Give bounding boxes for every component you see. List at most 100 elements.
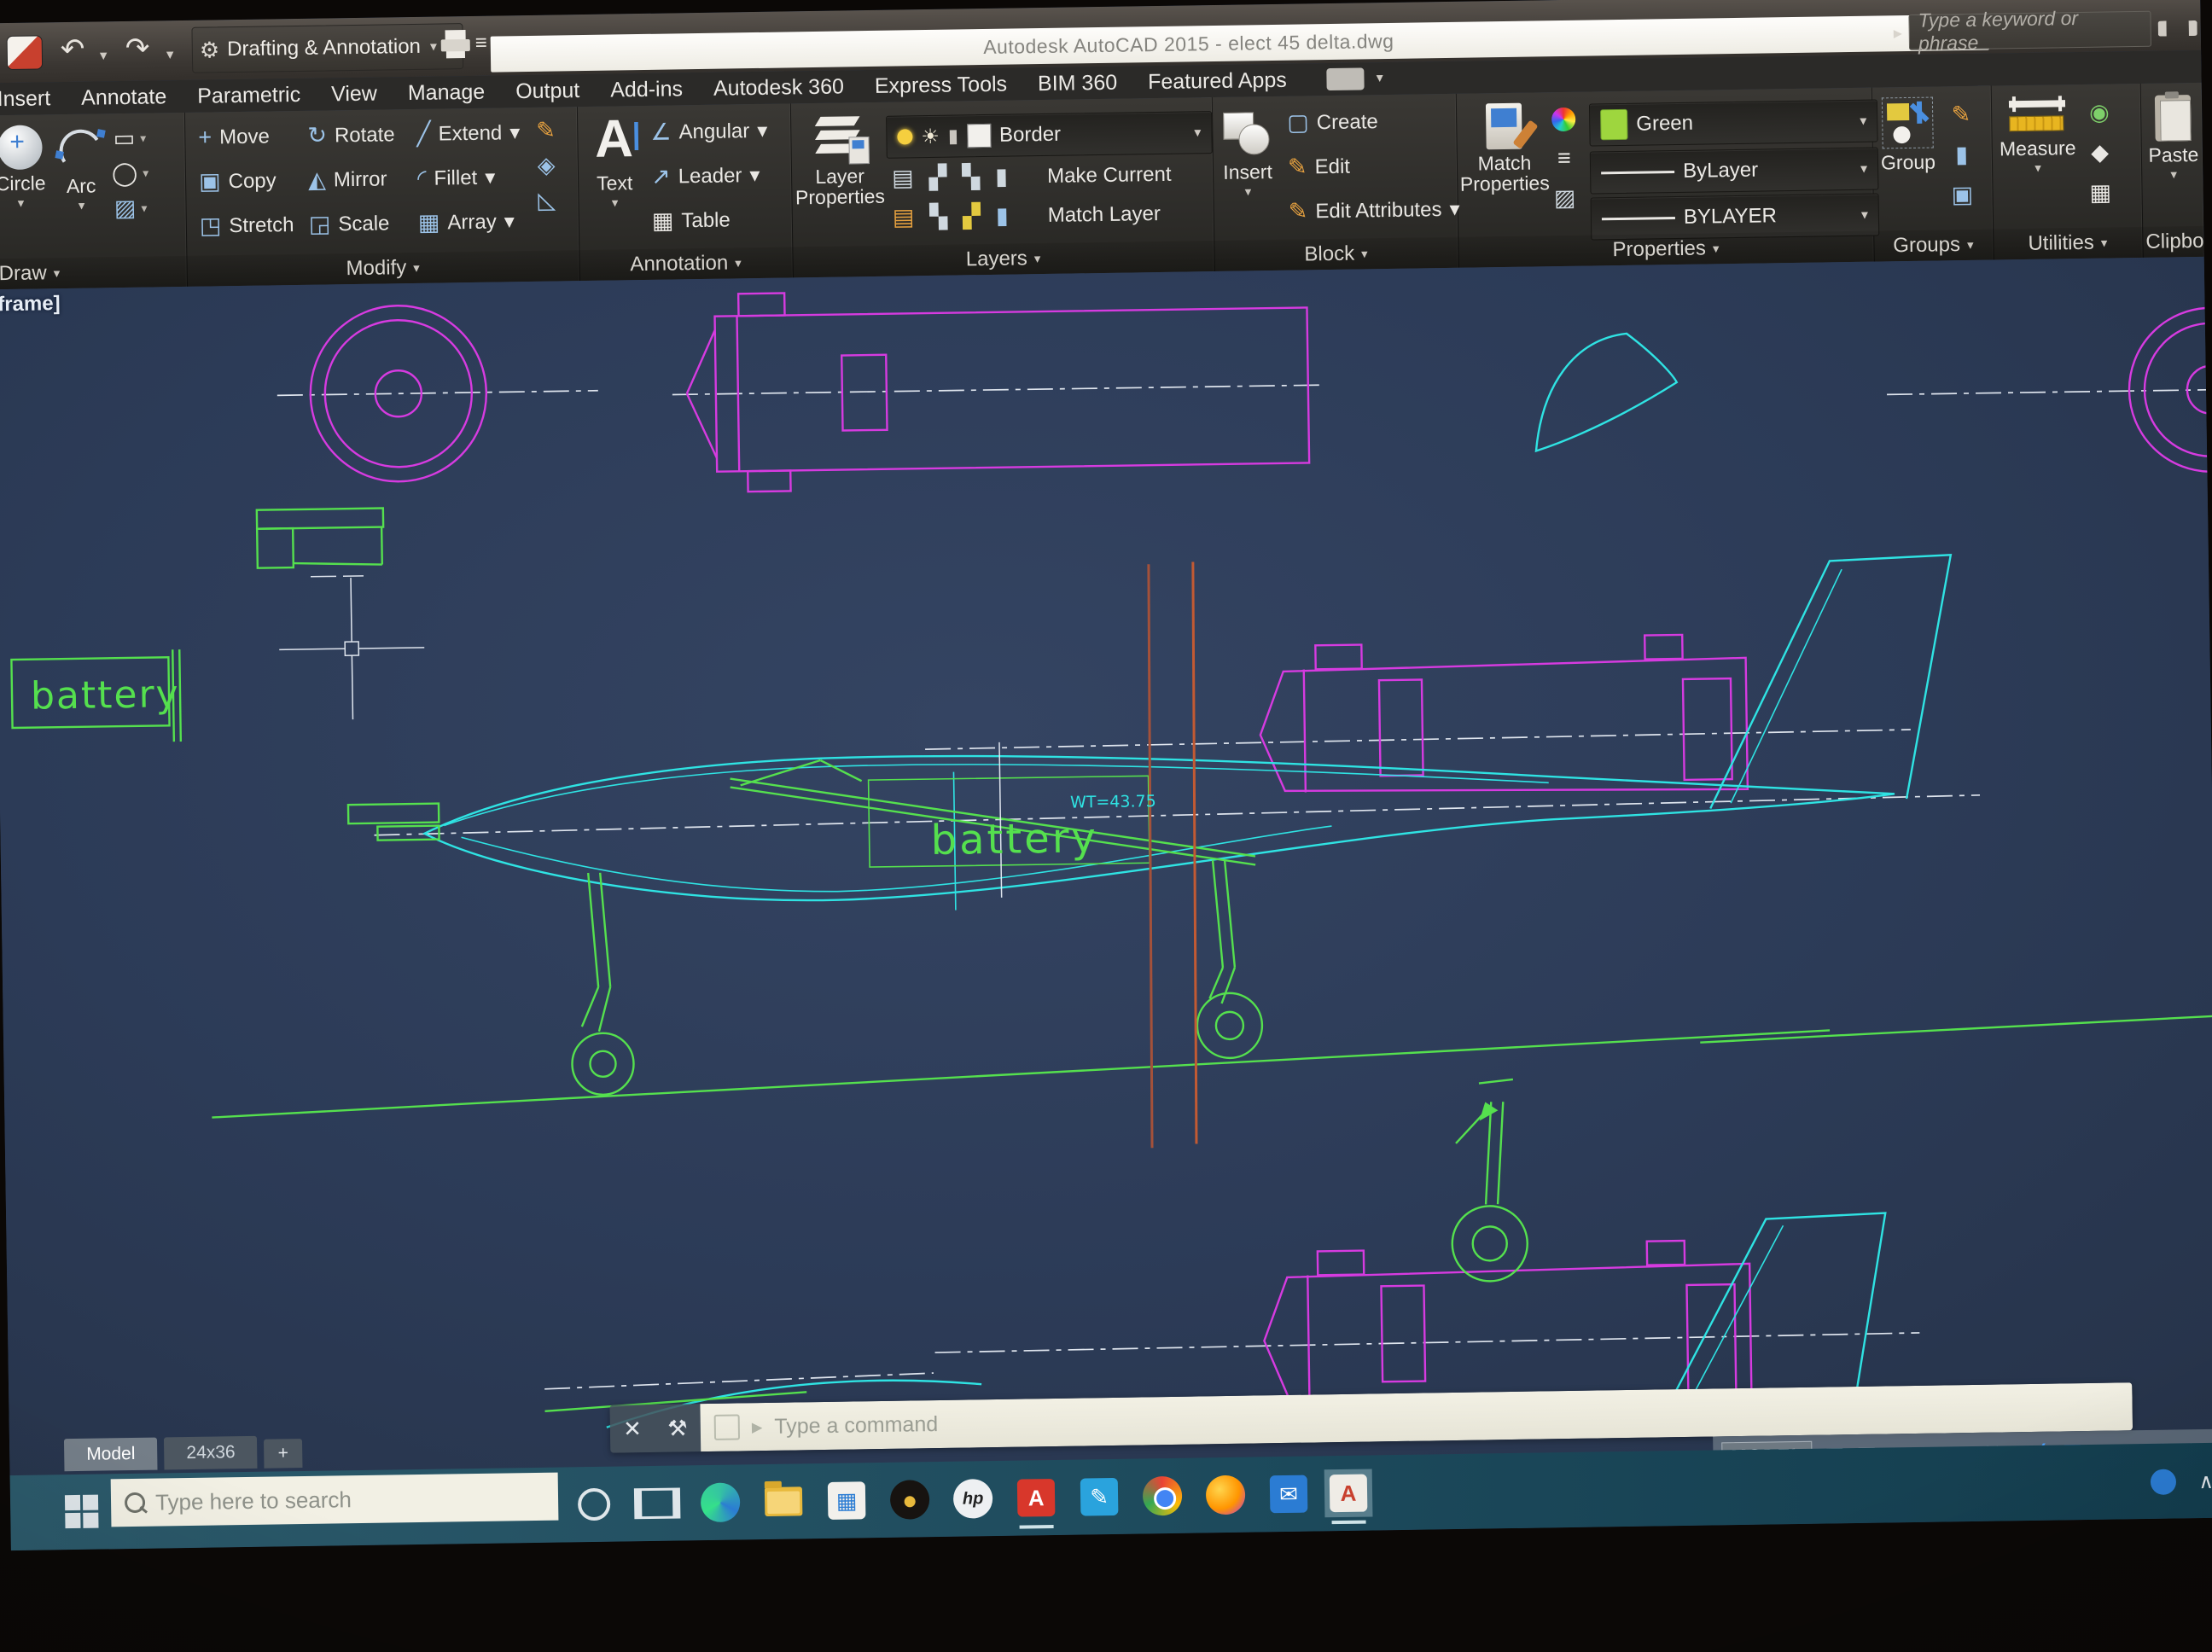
angular-button[interactable]: ∠Angular▾ [650,118,767,146]
arc-button[interactable]: Arc ▾ [56,129,105,213]
rectangle-tool[interactable]: ▭▾ [113,125,146,153]
group-button[interactable]: Group [1877,96,1939,172]
tab-manage[interactable]: Manage [390,79,504,106]
measure-button[interactable]: Measure ▾ [1998,96,2077,176]
layer-thaw-icon[interactable]: ☀ [921,124,940,148]
transparency-tool[interactable]: ▨ [1554,185,1576,212]
lineweight-tool[interactable]: ≡ [1557,145,1571,172]
tab-autodesk360[interactable]: Autodesk 360 [696,74,862,102]
layer-tool[interactable]: ▤ [892,165,914,191]
layer-tool[interactable]: ▤ [893,204,915,230]
trim-tool[interactable]: ◺ [538,187,556,213]
tray-app-icon[interactable] [2151,1469,2176,1494]
utilities-panel-label[interactable]: Utilities ▾ [1993,227,2143,260]
explode-tool[interactable]: ◈ [538,152,556,178]
id-point-tool[interactable]: ◉ [2089,99,2110,125]
adobe-app-button[interactable]: A [1012,1474,1061,1522]
hp-button[interactable]: hp [949,1475,998,1523]
copy-button[interactable]: ▣Copy [199,167,276,195]
redo-dropdown-icon[interactable]: ▾ [166,46,174,63]
help-search-input[interactable]: Type a keyword or phrase [1908,11,2151,50]
color-wheel-tool[interactable] [1551,108,1575,131]
layer-lock-icon[interactable]: ▮ [948,125,958,147]
layer-tool[interactable]: ▚ [929,204,947,230]
undo-dropdown-icon[interactable]: ▾ [100,47,108,64]
lineweight-dropdown[interactable]: ByLayer ▾ [1590,147,1879,194]
layer-select-dropdown[interactable]: ☀ ▮ Border ▾ [886,111,1213,159]
plot-printer-icon[interactable] [441,30,471,60]
tab-parametric[interactable]: Parametric [179,82,318,108]
circle-button[interactable]: Circle ▾ [0,125,49,211]
clipboard-panel-label[interactable]: Clipboa [2142,226,2204,258]
tab-layout-24x36[interactable]: 24x36 [164,1436,258,1470]
tab-bim360[interactable]: BIM 360 [1020,70,1136,96]
start-button[interactable] [65,1495,100,1530]
draw-panel-label[interactable]: Draw ▾ [0,256,187,289]
store-button[interactable]: ▦ [823,1476,871,1525]
paste-button[interactable]: Paste ▾ [2147,95,2200,183]
mail-button[interactable]: ✉ [1265,1470,1313,1519]
autocad-taskbar-button[interactable]: A [1324,1469,1373,1517]
viewport-control-label[interactable]: frame] [0,292,61,317]
firefox-button[interactable] [1202,1471,1250,1520]
tab-featured-apps[interactable]: Featured Apps [1130,67,1305,95]
edit-block-button[interactable]: ✎Edit [1288,154,1350,181]
drawing-canvas[interactable]: frame] [0,257,2212,1475]
autocad-app-icon[interactable] [8,36,43,69]
text-button[interactable]: A Text ▾ [584,114,645,211]
match-properties-button[interactable]: Match Properties [1463,102,1546,195]
rotate-button[interactable]: ↻Rotate [307,121,395,149]
table-button[interactable]: ▦Table [652,206,731,234]
edge-button[interactable] [696,1478,745,1527]
quick-select-tool[interactable]: ◆ [2091,139,2109,166]
groups-panel-label[interactable]: Groups ▾ [1873,230,1994,262]
create-block-button[interactable]: ▢Create [1287,108,1378,137]
new-layout-button[interactable]: + [264,1439,302,1469]
mirror-button[interactable]: ◭Mirror [308,166,387,193]
chrome-button[interactable] [1138,1472,1187,1521]
layer-tool[interactable]: ▮ [996,203,1009,230]
infocenter-arrow-icon[interactable]: ▸ [1894,22,1902,44]
tab-model[interactable]: Model [64,1438,158,1472]
erase-tool[interactable]: ✎ [536,117,556,143]
annotation-panel-label[interactable]: Annotation ▾ [579,247,793,281]
taskbar-search-input[interactable]: Type here to search [111,1473,559,1527]
group-edit-tool[interactable]: ▮ [1955,142,1968,168]
layer-on-icon[interactable] [897,129,912,144]
undo-icon[interactable]: ↶ [61,32,85,67]
wrench-icon[interactable]: ⚒ [667,1415,688,1441]
block-panel-label[interactable]: Block ▾ [1214,237,1458,271]
fillet-button[interactable]: ◜Fillet▾ [417,165,496,192]
stretch-button[interactable]: ◳Stretch [200,212,294,240]
extend-button[interactable]: ╱Extend▾ [416,119,520,148]
dark-app-button[interactable] [886,1475,934,1524]
move-button[interactable]: +Move [198,123,270,150]
workspace-switcher[interactable]: ⚙ Drafting & Annotation ▾ [191,23,463,73]
task-view-button[interactable] [633,1479,682,1527]
layer-tool[interactable]: ▞ [928,165,946,191]
ribbon-options-icon[interactable] [1327,67,1365,90]
scale-button[interactable]: ◲Scale [309,210,390,237]
group-select-tool[interactable]: ▣ [1951,182,1973,208]
make-current-button[interactable]: Make Current [1047,163,1172,189]
edit-attributes-button[interactable]: ✎Edit Attributes▾ [1289,196,1460,225]
tab-addins[interactable]: Add-ins [592,76,701,102]
object-color-dropdown[interactable]: Green ▾ [1589,100,1878,147]
match-layer-button[interactable]: Match Layer [1048,202,1161,228]
tab-output[interactable]: Output [498,78,597,104]
leader-button[interactable]: ↗Leader▾ [651,162,760,190]
redo-icon[interactable]: ↷ [125,32,149,66]
search-binoculars-icon[interactable] [2158,20,2197,37]
file-explorer-button[interactable] [760,1477,808,1526]
hatch-tool[interactable]: ▨▾ [114,195,148,223]
cortana-button[interactable] [570,1480,619,1529]
array-button[interactable]: ▦Array▾ [418,208,515,236]
quick-calc-tool[interactable]: ▦ [2089,179,2111,206]
tab-express-tools[interactable]: Express Tools [857,72,1026,99]
blue-app-button[interactable]: ✎ [1075,1473,1124,1521]
layer-tool[interactable]: ▞ [963,203,981,230]
tab-annotate[interactable]: Annotate [63,84,185,110]
layer-tool[interactable]: ▚ [962,164,980,190]
command-history-icon[interactable] [714,1414,740,1440]
insert-block-button[interactable]: Insert ▾ [1217,107,1278,200]
